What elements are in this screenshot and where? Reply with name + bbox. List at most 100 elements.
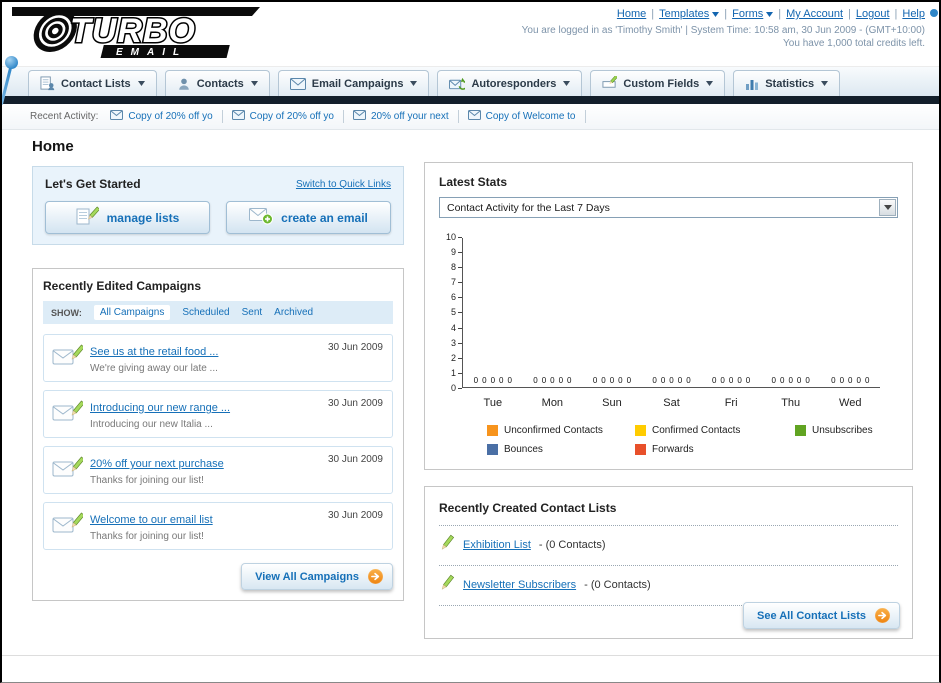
recent-activity-label: Recent Activity: (30, 111, 99, 122)
nav-tab-contacts[interactable]: Contacts (164, 70, 270, 96)
chart-day-group: 00000 (701, 376, 761, 385)
stats-panel-title: Latest Stats (439, 175, 508, 189)
filter-scheduled[interactable]: Scheduled (182, 307, 229, 318)
top-link-logout[interactable]: Logout (856, 8, 890, 20)
recent-activity-item[interactable]: Copy of Welcome to (467, 110, 586, 123)
stats-period-select[interactable]: Contact Activity for the Last 7 Days (439, 197, 898, 218)
chart-value: 0 (771, 376, 776, 385)
separator: | (651, 8, 655, 20)
separator: | (724, 8, 728, 20)
button-label: create an email (281, 210, 368, 225)
contact-list-count: - (0 Contacts) (584, 579, 651, 591)
chart-value: 0 (669, 376, 674, 385)
chevron-down-icon (563, 81, 571, 86)
recent-activity-item[interactable]: 20% off your next (352, 110, 459, 123)
button-label: See All Contact Lists (756, 609, 866, 622)
main-nav: Contact Lists Contacts Email Campaigns A… (2, 66, 939, 96)
campaign-title-link[interactable]: Introducing our new range ... (90, 402, 230, 414)
chart-value: 0 (745, 376, 751, 385)
contact-list-count: - (0 Contacts) (538, 539, 606, 551)
campaign-title-link[interactable]: See us at the retail food ... (90, 346, 218, 358)
legend-item: Confirmed Contacts (635, 425, 795, 436)
create-email-button[interactable]: create an email (226, 201, 391, 234)
chart-value: 0 (490, 376, 496, 385)
legend-swatch (487, 444, 498, 455)
envelope-icon (352, 110, 366, 123)
logo-text-primary: TURBO (70, 12, 196, 50)
x-tick-label: Fri (724, 397, 738, 409)
contact-list-item[interactable]: Newsletter Subscribers - (0 Contacts) (439, 566, 898, 606)
autoresponders-icon (449, 77, 466, 91)
nav-tab-autoresponders[interactable]: Autoresponders (437, 70, 583, 96)
chart-value: 0 (473, 376, 479, 385)
contact-list-link[interactable]: Exhibition List (463, 539, 531, 551)
campaign-title-link[interactable]: Welcome to our email list (90, 514, 213, 526)
campaign-title-link[interactable]: 20% off your next purchase (90, 458, 224, 470)
campaign-envelope-pencil-icon (52, 400, 85, 431)
campaign-filter-bar: SHOW: All Campaigns Scheduled Sent Archi… (43, 301, 393, 324)
legend-label: Unconfirmed Contacts (504, 425, 603, 436)
chart-value: 0 (796, 376, 802, 385)
contact-lists-panel-title: Recently Created Contact Lists (439, 501, 617, 515)
switch-quick-links[interactable]: Switch to Quick Links (296, 179, 391, 190)
campaign-date: 30 Jun 2009 (327, 342, 383, 353)
contacts-icon (177, 77, 191, 91)
custom-fields-icon (602, 76, 618, 91)
chart-value: 0 (788, 376, 793, 385)
top-link-my-account[interactable]: My Account (786, 8, 843, 20)
y-tick-label: 6 (451, 293, 462, 302)
nav-tab-label: Email Campaigns (311, 77, 404, 90)
chart-value: 0 (780, 376, 785, 385)
filter-sent[interactable]: Sent (242, 307, 263, 318)
legend-label: Forwards (652, 444, 694, 455)
nav-tab-email-campaigns[interactable]: Email Campaigns (277, 70, 430, 96)
get-started-panel: Let's Get Started Switch to Quick Links … (32, 166, 404, 245)
nav-tab-label: Custom Fields (623, 77, 700, 90)
contact-list-item[interactable]: Exhibition List - (0 Contacts) (439, 526, 898, 566)
filter-all-campaigns[interactable]: All Campaigns (93, 305, 171, 320)
recent-activity-bar: Recent Activity: Copy of 20% off yo Copy… (2, 104, 939, 130)
nav-tab-custom-fields[interactable]: Custom Fields (590, 70, 726, 96)
recent-activity-item[interactable]: Copy of 20% off yo (231, 110, 344, 123)
legend-item: Forwards (635, 444, 795, 455)
recent-activity-text: Copy of 20% off yo (249, 111, 334, 122)
legend-item: Unsubscribes (795, 425, 898, 436)
legend-item: Bounces (487, 444, 635, 455)
campaign-item[interactable]: Introducing our new range ... Introducin… (43, 390, 393, 438)
latest-stats-panel: Latest Stats Contact Activity for the La… (424, 162, 913, 470)
contact-list-link[interactable]: Newsletter Subscribers (463, 579, 576, 591)
nav-tab-statistics[interactable]: Statistics (733, 70, 841, 96)
top-link-forms[interactable]: Forms (732, 8, 763, 20)
recent-activity-item[interactable]: Copy of 20% off yo (110, 110, 223, 123)
campaign-item[interactable]: Welcome to our email list Thanks for joi… (43, 502, 393, 550)
view-all-campaigns-button[interactable]: View All Campaigns (241, 563, 393, 590)
filter-archived[interactable]: Archived (274, 307, 313, 318)
x-tick-label: Sun (602, 397, 622, 409)
manage-lists-icon (76, 206, 100, 229)
campaign-item[interactable]: 20% off your next purchase Thanks for jo… (43, 446, 393, 494)
manage-lists-button[interactable]: manage lists (45, 201, 210, 234)
app-window: TURBO EMAIL Home | Templates | Forms | M… (0, 0, 941, 683)
contact-activity-chart: 10 9 8 7 6 5 4 3 2 1 0 000000000000000000000000000… (439, 233, 898, 393)
campaign-envelope-pencil-icon (52, 456, 85, 487)
chart-y-axis: 10 9 8 7 6 5 4 3 2 1 0 (439, 233, 462, 393)
top-link-home[interactable]: Home (617, 8, 646, 20)
chart-value: 0 (728, 376, 734, 385)
campaign-subtitle: Thanks for joining our list! (90, 531, 204, 542)
top-link-templates[interactable]: Templates (659, 8, 709, 20)
legend-swatch (635, 444, 646, 455)
y-tick-label: 0 (451, 383, 462, 393)
chart-value: 0 (677, 376, 683, 385)
utility-nav: Home | Templates | Forms | My Account | … (617, 8, 925, 20)
nav-tab-contact-lists[interactable]: Contact Lists (28, 70, 157, 96)
campaign-item[interactable]: See us at the retail food ... We're givi… (43, 334, 393, 382)
envelope-icon (231, 110, 245, 123)
chevron-down-icon (137, 81, 145, 86)
top-link-help[interactable]: Help (902, 8, 925, 20)
chart-value: 0 (601, 376, 606, 385)
see-all-contact-lists-button[interactable]: See All Contact Lists (742, 602, 900, 629)
x-tick-label: Wed (839, 397, 862, 409)
chart-value: 0 (660, 376, 666, 385)
chart-value: 0 (507, 376, 512, 385)
logo: TURBO EMAIL (10, 4, 272, 67)
